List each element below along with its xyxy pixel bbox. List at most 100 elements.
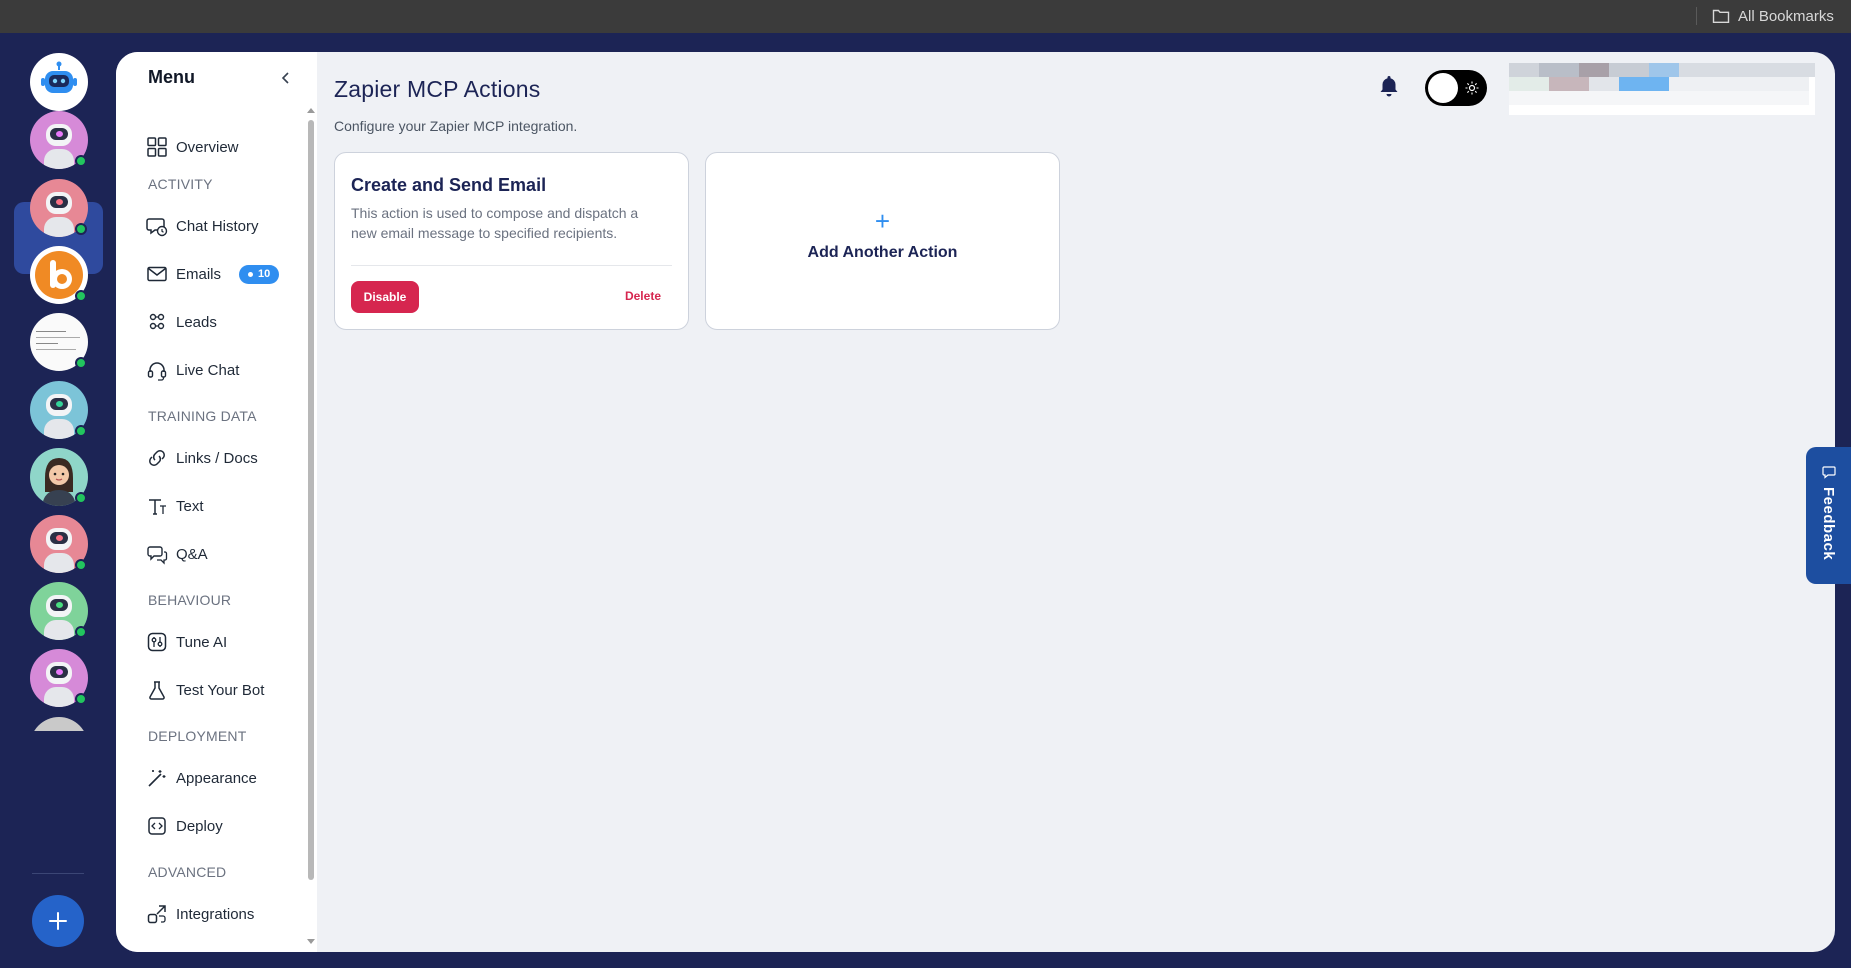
chevron-left-icon — [281, 72, 289, 84]
bot-avatar-3[interactable] — [30, 246, 88, 304]
menu-item-qa[interactable]: Q&A — [146, 539, 208, 569]
user-profile-area[interactable] — [1509, 63, 1815, 115]
add-bot-button[interactable] — [32, 895, 84, 947]
menu-item-label: Appearance — [176, 769, 257, 787]
bot-avatar-5[interactable] — [30, 381, 88, 439]
qa-icon — [147, 546, 168, 565]
notification-bell-icon[interactable] — [1378, 74, 1400, 98]
grid-icon — [147, 137, 167, 157]
bot-avatar-7[interactable] — [30, 515, 88, 573]
menu-item-deploy[interactable]: Deploy — [146, 811, 223, 841]
online-status-dot — [75, 559, 87, 571]
feedback-label: Feedback — [1820, 487, 1837, 561]
magic-wand-icon — [148, 770, 166, 787]
bot-avatar-2[interactable] — [30, 179, 88, 237]
menu-item-live-chat[interactable]: Live Chat — [146, 355, 239, 385]
bookmarks-separator — [1696, 7, 1697, 25]
online-status-dot — [75, 492, 87, 504]
menu-item-label: Deploy — [176, 817, 223, 835]
link-icon — [149, 450, 165, 466]
menu-item-text[interactable]: Text — [146, 491, 204, 521]
bot-avatar-1[interactable] — [30, 111, 88, 169]
bot-avatar-9[interactable] — [30, 649, 88, 707]
menu-item-label: Tune AI — [176, 633, 228, 651]
menu-scrollbar[interactable] — [305, 108, 315, 944]
menu-item-label: Leads — [176, 313, 217, 331]
menu-item-test-your-bot[interactable]: Test Your Bot — [146, 675, 264, 705]
menu-item-label: Test Your Bot — [176, 681, 265, 699]
action-title: Create and Send Email — [351, 175, 547, 195]
menu-item-label: Emails — [176, 265, 222, 283]
badge-count: 10 — [258, 268, 271, 280]
emails-count-badge: 10 — [239, 264, 280, 284]
menu-section-behaviour: BEHAVIOUR — [148, 592, 232, 608]
menu-item-label: Chat History — [176, 217, 259, 235]
feedback-tab[interactable]: Feedback — [1806, 447, 1851, 584]
menu-title: Menu — [148, 67, 195, 87]
main-shell: Menu Overview ACTIVITY Chat History Emai… — [116, 52, 1835, 952]
app-logo[interactable] — [30, 53, 88, 111]
bot-avatar-4[interactable] — [30, 313, 88, 371]
mail-icon — [147, 266, 167, 282]
plus-icon — [49, 912, 67, 930]
online-status-dot — [75, 223, 87, 235]
bot-avatar-8[interactable] — [30, 582, 88, 640]
menu-section-activity: ACTIVITY — [148, 176, 213, 192]
menu-item-label: Q&A — [176, 545, 208, 563]
menu-section-training-data: TRAINING DATA — [148, 408, 257, 424]
folder-icon — [1712, 9, 1730, 23]
bot-rail — [0, 33, 116, 968]
menu-item-label: Overview — [176, 138, 239, 156]
add-another-action-card[interactable]: + Add Another Action — [705, 152, 1060, 330]
code-icon — [148, 817, 166, 835]
bot-avatar-10[interactable] — [30, 717, 88, 731]
action-card: Create and Send Email This action is use… — [334, 152, 689, 330]
sun-icon — [1465, 81, 1479, 95]
menu-item-chat-history[interactable]: Chat History — [146, 211, 259, 241]
menu-item-emails[interactable]: Emails 10 — [146, 259, 280, 289]
menu-item-leads[interactable]: Leads — [146, 307, 217, 337]
online-status-dot — [75, 155, 87, 167]
scroll-down-arrow[interactable] — [307, 939, 315, 944]
browser-bookmarks-bar: All Bookmarks — [0, 0, 1851, 33]
action-description: This action is used to compose and dispa… — [351, 205, 639, 241]
menu-item-appearance[interactable]: Appearance — [146, 763, 257, 793]
online-status-dot — [75, 626, 87, 638]
rail-divider — [32, 873, 84, 874]
text-icon — [149, 499, 166, 515]
menu-item-overview[interactable]: Overview — [146, 132, 239, 162]
menu-item-integrations[interactable]: Integrations — [146, 899, 254, 929]
scroll-up-arrow[interactable] — [307, 108, 315, 113]
menu-section-advanced: ADVANCED — [148, 864, 227, 880]
online-status-dot — [75, 693, 87, 705]
menu-item-label: Links / Docs — [176, 449, 258, 467]
chat-history-icon — [146, 218, 168, 237]
disable-button[interactable]: Disable — [351, 281, 419, 313]
menu-item-links-docs[interactable]: Links / Docs — [146, 443, 258, 473]
bot-avatar-6[interactable] — [30, 448, 88, 506]
menu-panel: Menu Overview ACTIVITY Chat History Emai… — [116, 52, 317, 952]
scroll-thumb[interactable] — [308, 120, 314, 880]
all-bookmarks-label: All Bookmarks — [1738, 7, 1834, 25]
bot-avatar-image — [30, 717, 88, 731]
tune-icon — [147, 632, 167, 652]
headset-icon — [147, 362, 167, 381]
menu-item-tune-ai[interactable]: Tune AI — [146, 627, 227, 657]
online-status-dot — [75, 357, 87, 369]
leads-icon — [149, 313, 165, 330]
menu-item-label: Text — [176, 497, 204, 515]
all-bookmarks-button[interactable]: All Bookmarks — [1712, 6, 1834, 26]
menu-item-label: Live Chat — [176, 361, 240, 379]
robot-logo-icon — [41, 61, 77, 93]
toggle-knob — [1428, 73, 1458, 103]
page-title: Zapier MCP Actions — [334, 76, 541, 102]
card-divider — [351, 265, 672, 266]
collapse-menu-button[interactable] — [276, 68, 296, 88]
online-status-dot — [75, 425, 87, 437]
theme-toggle[interactable] — [1425, 70, 1487, 106]
flask-icon — [149, 681, 165, 700]
delete-button[interactable]: Delete — [625, 289, 661, 303]
menu-section-deployment: DEPLOYMENT — [148, 728, 247, 744]
menu-item-label: Integrations — [176, 905, 255, 923]
message-icon — [1821, 466, 1836, 479]
